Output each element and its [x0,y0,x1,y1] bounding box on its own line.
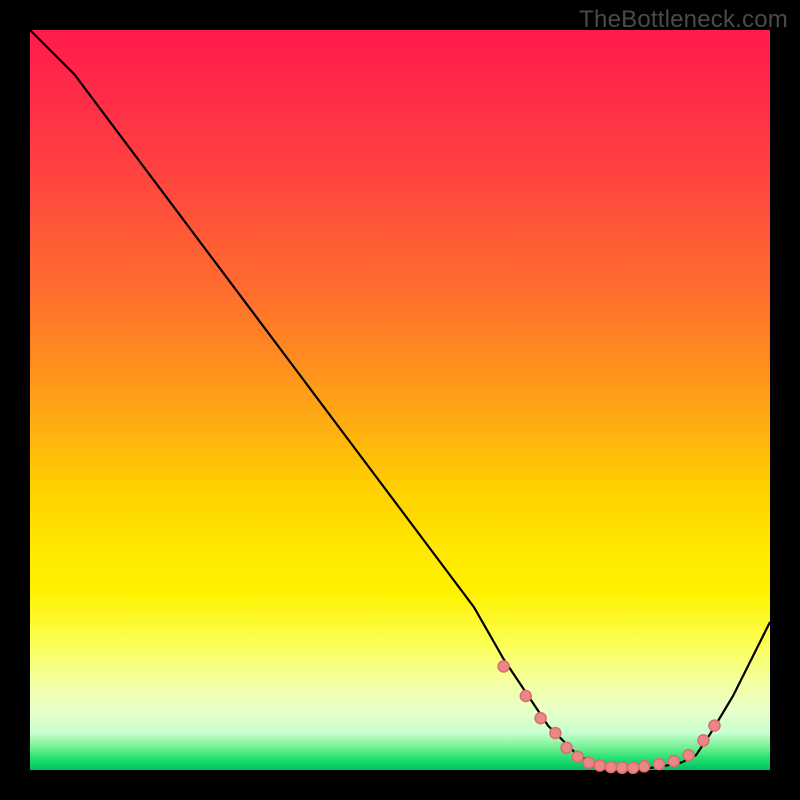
optimal-range-marker [605,762,616,773]
optimal-range-marker [572,751,583,762]
plot-area [30,30,770,770]
optimal-range-marker [709,720,720,731]
optimal-range-marker [520,691,531,702]
optimal-range-marker [617,762,628,773]
optimal-range-markers [498,661,720,773]
optimal-range-marker [535,713,546,724]
optimal-range-marker [654,759,665,770]
bottleneck-curve-svg [30,30,770,770]
optimal-range-marker [498,661,509,672]
optimal-range-marker [550,728,561,739]
optimal-range-marker [683,750,694,761]
bottleneck-curve [30,30,770,769]
optimal-range-marker [668,756,679,767]
optimal-range-marker [561,742,572,753]
optimal-range-marker [628,762,639,773]
optimal-range-marker [639,761,650,772]
optimal-range-marker [583,757,594,768]
optimal-range-marker [698,735,709,746]
optimal-range-marker [594,760,605,771]
chart-frame: TheBottleneck.com [0,0,800,800]
